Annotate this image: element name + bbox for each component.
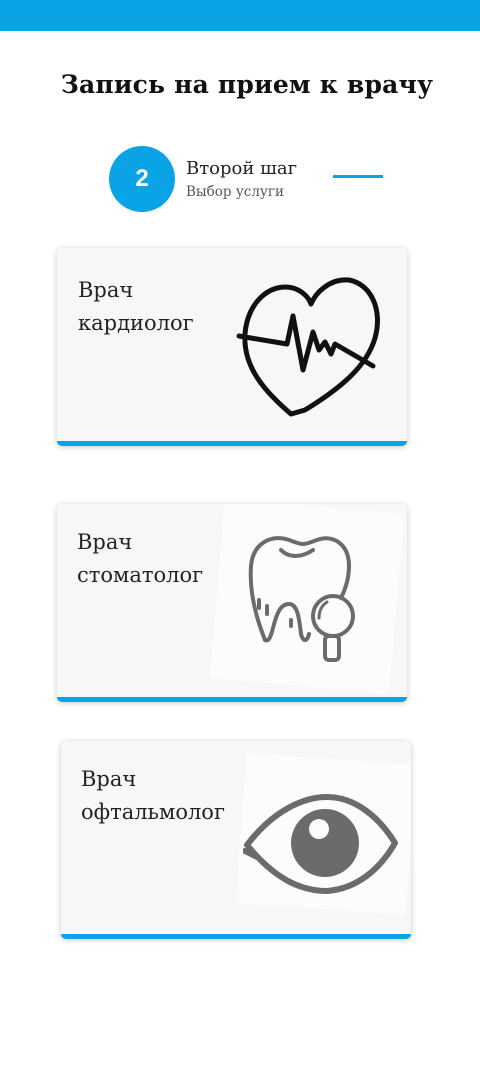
heart-pulse-icon (236, 277, 380, 417)
step-title: Второй шаг (186, 158, 297, 179)
top-bar (0, 0, 480, 31)
service-card-label: Врач офтальмолог (81, 763, 225, 829)
step-subtitle: Выбор услуги (186, 184, 284, 200)
page-title: Запись на прием к врачу (60, 70, 434, 99)
step-number-badge: 2 (109, 146, 175, 212)
eye-icon (243, 794, 398, 894)
service-card-label-line1: Врач (81, 767, 137, 791)
service-card-label-line1: Врач (77, 530, 133, 554)
step-progress-line (333, 175, 383, 178)
service-card-label-line2: офтальмолог (81, 800, 225, 824)
service-card-label-line2: кардиолог (78, 311, 194, 335)
service-card-label-line1: Врач (78, 278, 134, 302)
service-card-label-line2: стоматолог (77, 563, 204, 587)
service-card-ophthalmologist[interactable]: Врач офтальмолог (61, 741, 411, 939)
service-card-label: Врач кардиолог (78, 274, 194, 340)
service-card-cardiologist[interactable]: Врач кардиолог (57, 248, 407, 446)
service-card-label: Врач стоматолог (77, 526, 203, 592)
service-card-dentist[interactable]: Врач стоматолог (57, 504, 407, 702)
tooth-magnifier-icon (248, 536, 355, 662)
